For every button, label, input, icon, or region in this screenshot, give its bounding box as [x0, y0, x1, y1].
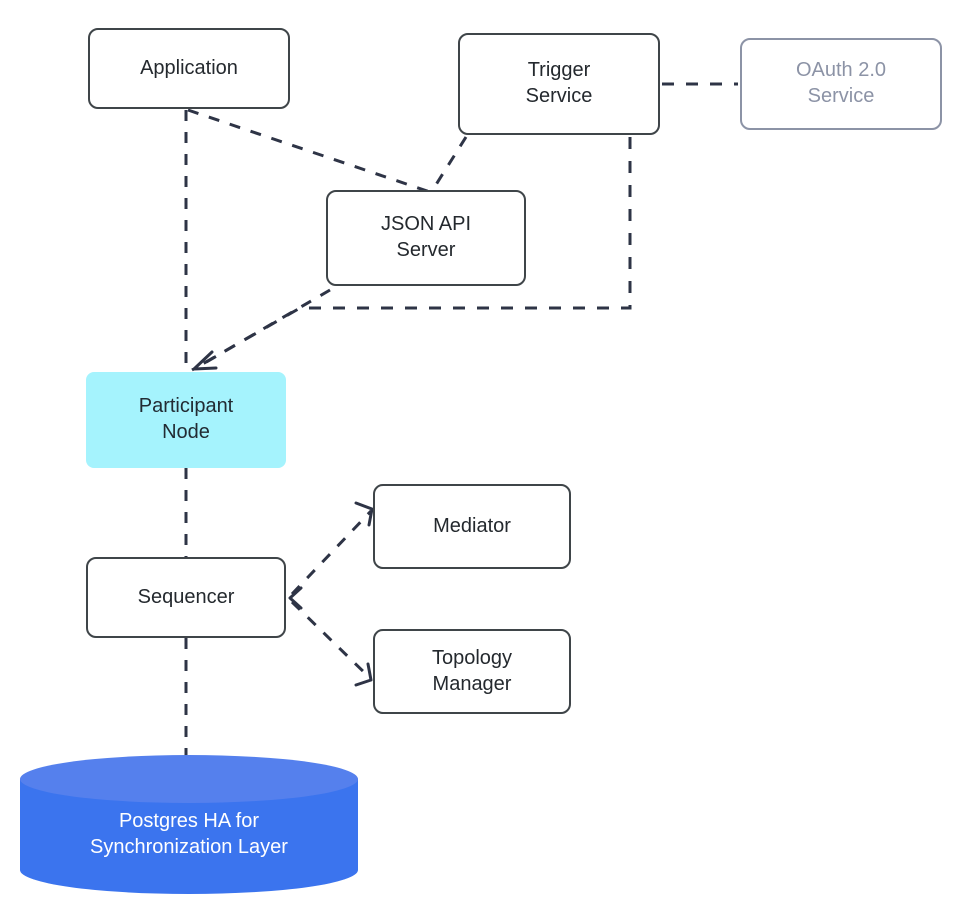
edge-json-api-server-to-participant-node — [195, 288, 331, 370]
node-postgres-ha-database[interactable]: Postgres HA for Synchronization Layer — [20, 755, 358, 894]
node-participant-node-label: Participant Node — [138, 395, 234, 443]
node-mediator[interactable]: Mediator — [373, 484, 571, 569]
arrowhead-sequencer-end — [288, 586, 303, 610]
arrowhead-topology-manager-end — [354, 662, 373, 687]
node-trigger-service[interactable]: Trigger Service — [458, 33, 660, 135]
node-application-label: Application — [140, 56, 238, 79]
arrowhead-mediator-end — [354, 501, 374, 527]
node-trigger-service-label: Trigger Service — [525, 59, 593, 107]
node-participant-node[interactable]: Participant Node — [86, 372, 286, 468]
node-oauth-service[interactable]: OAuth 2.0 Service — [740, 38, 942, 130]
node-sequencer[interactable]: Sequencer — [86, 557, 286, 638]
node-json-api-server[interactable]: JSON API Server — [326, 190, 526, 286]
arrowhead-json-api-to-participant-node — [192, 350, 218, 371]
edge-sequencer-to-topology-manager — [290, 600, 373, 681]
node-json-api-server-label: JSON API Server — [380, 213, 472, 261]
node-sequencer-label: Sequencer — [137, 585, 235, 608]
diagram-canvas: Application Trigger Service OAuth 2.0 Se… — [0, 0, 960, 918]
node-postgres-ha-database-label: Postgres HA for Synchronization Layer — [90, 809, 288, 858]
node-topology-manager[interactable]: Topology Manager — [373, 629, 571, 714]
edge-sequencer-to-mediator — [290, 509, 373, 596]
node-topology-manager-label: Topology Manager — [431, 646, 513, 695]
edge-trigger-service-to-json-api-server — [430, 136, 468, 192]
node-oauth-service-label: OAuth 2.0 Service — [795, 59, 887, 107]
node-mediator-label: Mediator — [433, 514, 511, 537]
edge-application-to-json-api-server — [187, 108, 431, 194]
node-application[interactable]: Application — [88, 28, 290, 109]
